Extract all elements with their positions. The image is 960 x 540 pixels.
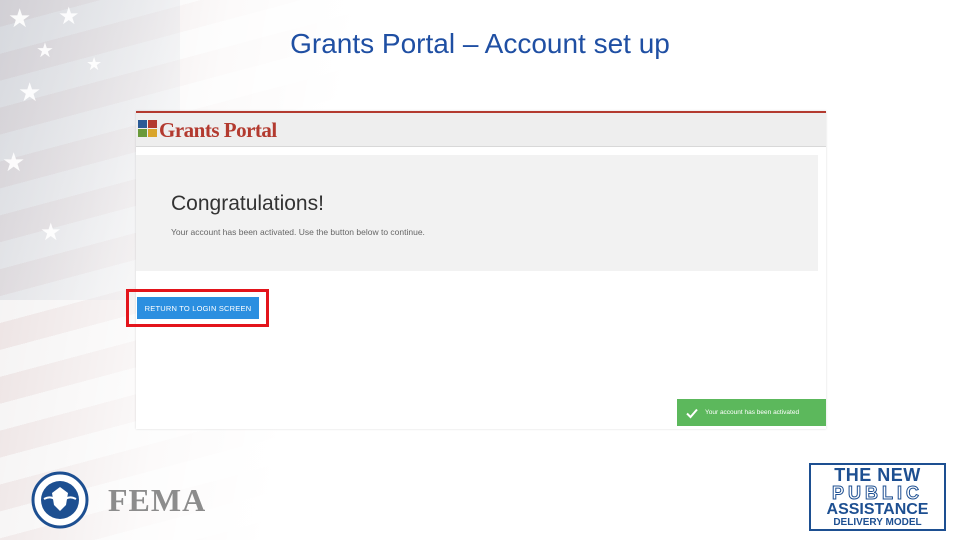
fema-wordmark: FEMA bbox=[108, 482, 207, 518]
star-icon: ★ bbox=[2, 148, 26, 178]
pa-logo-line-1: THE NEW bbox=[834, 465, 921, 485]
public-assistance-logo: THE NEW PUBLIC ASSISTANCE DELIVERY MODEL bbox=[809, 463, 946, 531]
pa-logo-line-4: DELIVERY MODEL bbox=[833, 517, 922, 528]
grants-portal-logo-icon bbox=[138, 120, 157, 137]
dhs-seal-logo bbox=[31, 471, 89, 529]
toast-text: Your account has been activated bbox=[705, 409, 800, 416]
confirmation-panel: Congratulations! Your account has been a… bbox=[136, 155, 818, 271]
pa-logo-line-2: PUBLIC bbox=[832, 483, 923, 503]
star-icon: ★ bbox=[58, 2, 80, 30]
app-logo-text: Grants Portal bbox=[159, 118, 277, 142]
pa-logo-line-3: ASSISTANCE bbox=[826, 501, 929, 518]
success-toast: Your account has been activated bbox=[677, 399, 826, 426]
star-icon: ★ bbox=[18, 78, 42, 108]
app-header: Grants Portal bbox=[136, 111, 826, 147]
app-screenshot: Grants Portal Congratulations! Your acco… bbox=[136, 111, 826, 429]
slide-title: Grants Portal – Account set up bbox=[290, 28, 670, 59]
confirmation-message: Your account has been activated. Use the… bbox=[171, 227, 425, 237]
return-to-login-button[interactable]: RETURN TO LOGIN SCREEN bbox=[137, 297, 259, 319]
checkmark-icon bbox=[686, 408, 698, 418]
confirmation-heading: Congratulations! bbox=[171, 192, 324, 215]
star-icon: ★ bbox=[40, 218, 62, 246]
